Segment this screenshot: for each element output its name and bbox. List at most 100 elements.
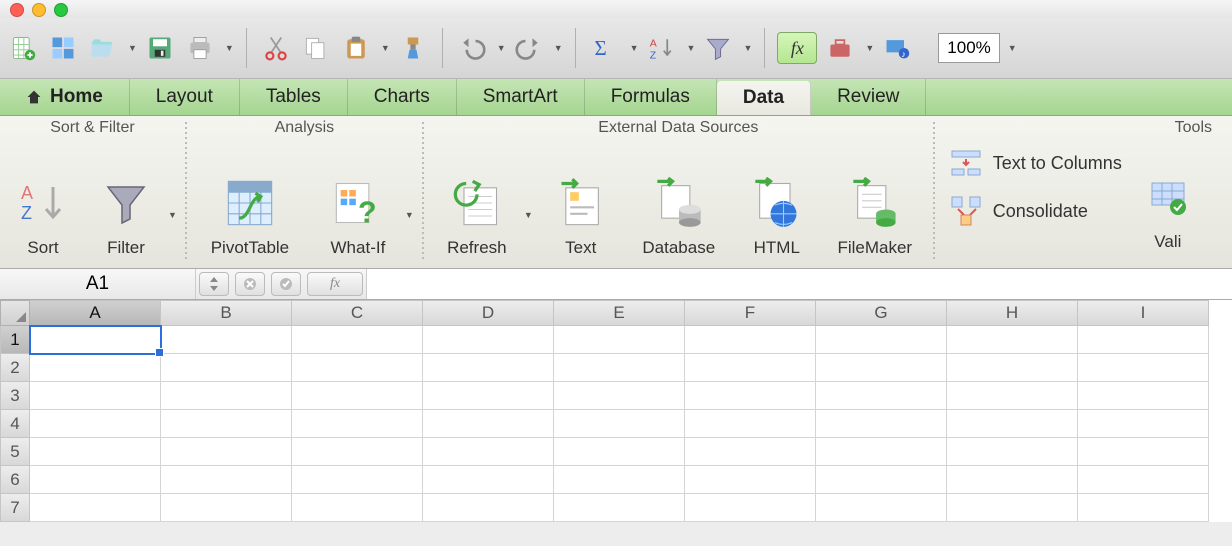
tab-review[interactable]: Review (811, 79, 926, 115)
import-html-button[interactable]: HTML (737, 138, 817, 262)
cell-D1[interactable] (423, 326, 554, 354)
cell-E3[interactable] (554, 382, 685, 410)
cell-I5[interactable] (1078, 438, 1209, 466)
cell-I6[interactable] (1078, 466, 1209, 494)
cell-F6[interactable] (685, 466, 816, 494)
cell-I2[interactable] (1078, 354, 1209, 382)
autosum-dropdown[interactable]: ▼ (630, 43, 639, 53)
cell-D2[interactable] (423, 354, 554, 382)
cell-G5[interactable] (816, 438, 947, 466)
save-button[interactable] (143, 31, 177, 65)
cell-D7[interactable] (423, 494, 554, 522)
new-workbook-button[interactable] (6, 31, 40, 65)
cell-F1[interactable] (685, 326, 816, 354)
column-header-I[interactable]: I (1078, 300, 1209, 326)
cell-E2[interactable] (554, 354, 685, 382)
zoom-dropdown[interactable]: ▼ (1008, 43, 1017, 53)
cell-C7[interactable] (292, 494, 423, 522)
pivottable-button[interactable]: PivotTable (195, 138, 305, 262)
row-header-4[interactable]: 4 (0, 410, 30, 438)
insert-function-button[interactable]: fx (307, 272, 363, 296)
cell-H1[interactable] (947, 326, 1078, 354)
open-button[interactable] (86, 31, 120, 65)
column-header-C[interactable]: C (292, 300, 423, 326)
row-header-6[interactable]: 6 (0, 466, 30, 494)
filter-dropdown[interactable]: ▼ (743, 43, 752, 53)
sort-az-button[interactable]: AZ (645, 31, 679, 65)
column-header-H[interactable]: H (947, 300, 1078, 326)
cell-H2[interactable] (947, 354, 1078, 382)
cell-G4[interactable] (816, 410, 947, 438)
row-header-7[interactable]: 7 (0, 494, 30, 522)
whatif-button[interactable]: ? What-If (313, 138, 403, 262)
select-all-corner[interactable] (0, 300, 30, 326)
cell-H3[interactable] (947, 382, 1078, 410)
media-browser-button[interactable]: ♪ (880, 31, 914, 65)
cell-G3[interactable] (816, 382, 947, 410)
import-filemaker-button[interactable]: FileMaker (825, 138, 925, 262)
cell-E5[interactable] (554, 438, 685, 466)
open-dropdown[interactable]: ▼ (128, 43, 137, 53)
undo-button[interactable] (455, 31, 489, 65)
row-header-5[interactable]: 5 (0, 438, 30, 466)
cell-H7[interactable] (947, 494, 1078, 522)
window-zoom-button[interactable] (54, 3, 68, 17)
column-header-E[interactable]: E (554, 300, 685, 326)
paste-dropdown[interactable]: ▼ (381, 43, 390, 53)
column-header-F[interactable]: F (685, 300, 816, 326)
cell-B2[interactable] (161, 354, 292, 382)
cell-E7[interactable] (554, 494, 685, 522)
tab-home[interactable]: Home (0, 79, 130, 115)
cancel-formula-button[interactable] (235, 272, 265, 296)
autosum-button[interactable]: Σ (588, 31, 622, 65)
import-text-button[interactable]: Text (541, 138, 621, 262)
consolidate-button[interactable]: Consolidate (943, 190, 1128, 232)
cell-H5[interactable] (947, 438, 1078, 466)
cell-I7[interactable] (1078, 494, 1209, 522)
window-minimize-button[interactable] (32, 3, 46, 17)
cell-A3[interactable] (30, 382, 161, 410)
refresh-dropdown[interactable]: ▼ (524, 210, 533, 220)
cell-C1[interactable] (292, 326, 423, 354)
cell-D3[interactable] (423, 382, 554, 410)
undo-dropdown[interactable]: ▼ (497, 43, 506, 53)
filter-toolbar-button[interactable] (701, 31, 735, 65)
window-close-button[interactable] (10, 3, 24, 17)
tab-formulas[interactable]: Formulas (585, 79, 717, 115)
column-header-G[interactable]: G (816, 300, 947, 326)
tab-tables[interactable]: Tables (240, 79, 348, 115)
cell-B1[interactable] (161, 326, 292, 354)
cell-B7[interactable] (161, 494, 292, 522)
cell-D6[interactable] (423, 466, 554, 494)
column-header-A[interactable]: A (30, 300, 161, 326)
cell-A7[interactable] (30, 494, 161, 522)
copy-button[interactable] (299, 31, 333, 65)
row-header-2[interactable]: 2 (0, 354, 30, 382)
filter-button-dropdown[interactable]: ▼ (168, 210, 177, 220)
cell-C6[interactable] (292, 466, 423, 494)
cell-G7[interactable] (816, 494, 947, 522)
cell-C5[interactable] (292, 438, 423, 466)
import-database-button[interactable]: Database (629, 138, 729, 262)
cell-A2[interactable] (30, 354, 161, 382)
cell-I4[interactable] (1078, 410, 1209, 438)
format-painter-button[interactable] (396, 31, 430, 65)
sort-button[interactable]: AZ Sort (8, 138, 78, 262)
cell-H4[interactable] (947, 410, 1078, 438)
zoom-box[interactable]: 100% (938, 33, 999, 63)
paste-button[interactable] (339, 31, 373, 65)
templates-button[interactable] (46, 31, 80, 65)
toolbox-button[interactable] (823, 31, 857, 65)
cell-I1[interactable] (1078, 326, 1209, 354)
cell-B5[interactable] (161, 438, 292, 466)
name-box-stepper[interactable] (199, 272, 229, 296)
cell-A6[interactable] (30, 466, 161, 494)
row-header-1[interactable]: 1 (0, 326, 30, 354)
enter-formula-button[interactable] (271, 272, 301, 296)
cell-F4[interactable] (685, 410, 816, 438)
cell-B3[interactable] (161, 382, 292, 410)
cell-G6[interactable] (816, 466, 947, 494)
cell-A5[interactable] (30, 438, 161, 466)
cell-E4[interactable] (554, 410, 685, 438)
cell-D4[interactable] (423, 410, 554, 438)
